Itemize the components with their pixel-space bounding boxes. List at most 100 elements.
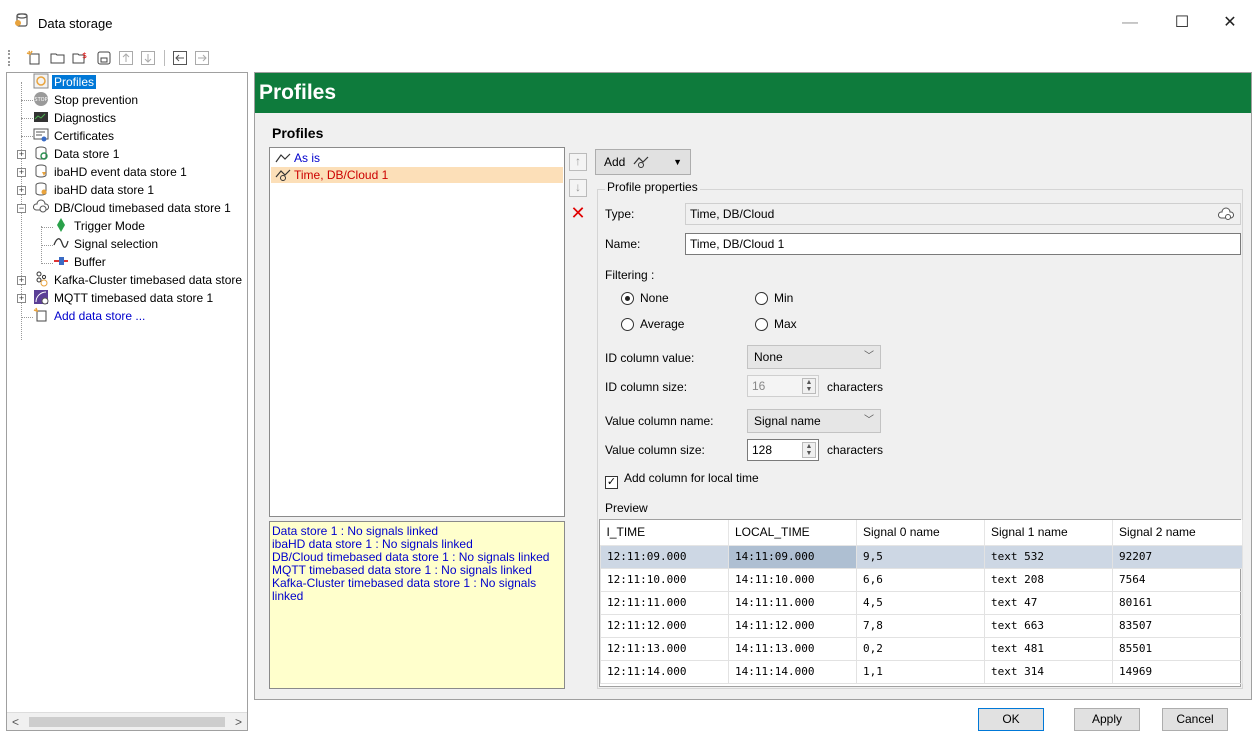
tree-horizontal-scrollbar[interactable]: < > (7, 712, 247, 730)
filter-none-radio[interactable]: None (621, 291, 669, 305)
table-row[interactable]: 12:11:10.000 14:11:10.000 6,6 text 208 7… (600, 567, 1243, 592)
radio-dot (621, 292, 634, 305)
delete-profile-button[interactable]: ✕ (569, 204, 587, 222)
table-row[interactable]: 12:11:12.000 14:11:12.000 7,8 text 663 8… (600, 613, 1243, 638)
id-column-value-select[interactable]: None ﹀ (747, 345, 881, 369)
db-cloud-profile-icon (275, 169, 291, 181)
maximize-button[interactable]: ☐ (1162, 8, 1202, 38)
expand-icon[interactable] (194, 50, 210, 66)
collapse-icon[interactable] (172, 50, 188, 66)
profile-list[interactable]: As is Time, DB/Cloud 1 (269, 147, 565, 517)
local-time-checkbox[interactable]: ✓ Add column for local time (605, 471, 759, 489)
table-cell: 85501 (1112, 636, 1243, 661)
check-icon: ✓ (605, 476, 618, 489)
tree-item-profiles[interactable]: Profiles (33, 73, 97, 91)
filter-max-radio[interactable]: Max (755, 317, 797, 331)
navigation-tree[interactable]: Profiles STOP Stop prevention Diagnostics… (6, 72, 248, 731)
value-column-size-stepper[interactable]: 128 ▲ ▼ (747, 439, 819, 461)
table-cell: 14969 (1112, 659, 1243, 684)
cloud-store-icon (33, 199, 49, 213)
move-profile-down-button[interactable]: ↓ (569, 179, 587, 197)
certificates-icon (33, 128, 49, 142)
scroll-left-button[interactable]: < (12, 715, 19, 729)
filter-average-radio[interactable]: Average (621, 317, 684, 331)
tree-item-data-store-1[interactable]: Data store 1 (33, 145, 121, 163)
tree-item-buffer[interactable]: Buffer (53, 253, 108, 271)
table-cell: 12:11:09.000 (600, 544, 729, 569)
name-input[interactable]: Time, DB/Cloud 1 (685, 233, 1241, 255)
collapse-db-cloud-store[interactable]: − (17, 204, 26, 213)
id-column-size-stepper[interactable]: 16 ▲ ▼ (747, 375, 819, 397)
title-bar: Data storage — ☐ ✕ (0, 0, 1252, 46)
preview-table[interactable]: I_TIME LOCAL_TIME Signal 0 name Signal 1… (599, 519, 1243, 687)
table-row[interactable]: 12:11:14.000 14:11:14.000 1,1 text 314 1… (600, 659, 1243, 684)
data-storage-app-icon (15, 13, 28, 27)
section-title: Profiles (272, 125, 324, 141)
move-profile-up-button[interactable]: ↑ (569, 153, 587, 171)
column-header[interactable]: Signal 2 name (1112, 520, 1243, 546)
scrollbar-thumb[interactable] (29, 717, 225, 727)
trigger-icon (57, 218, 65, 232)
spinner-arrows-icon[interactable]: ▲ ▼ (802, 378, 816, 394)
new-data-store-icon[interactable] (26, 50, 42, 66)
profile-item-time-db-cloud[interactable]: Time, DB/Cloud 1 (271, 167, 563, 183)
save-icon[interactable] (96, 50, 112, 66)
tree-item-ibahd-data-store[interactable]: ibaHD data store 1 (33, 181, 156, 199)
expand-kafka-store[interactable]: + (17, 276, 26, 285)
table-cell: 7,8 (856, 613, 985, 638)
open-folder-icon[interactable] (50, 50, 66, 66)
table-cell: 92207 (1112, 544, 1243, 569)
table-header-row: I_TIME LOCAL_TIME Signal 0 name Signal 1… (600, 520, 1243, 546)
type-field: Time, DB/Cloud (685, 203, 1241, 225)
table-cell: text 663 (984, 613, 1113, 638)
minimize-button[interactable]: — (1110, 8, 1150, 38)
status-messages: Data store 1 : No signals linked ibaHD d… (269, 521, 565, 689)
tree-item-stop-prevention[interactable]: STOP Stop prevention (33, 91, 140, 109)
tree-item-ibahd-event-store[interactable]: ibaHD event data store 1 (33, 163, 189, 181)
spinner-arrows-icon[interactable]: ▲ ▼ (802, 442, 816, 458)
profile-item-as-is[interactable]: As is (271, 150, 563, 166)
scroll-right-button[interactable]: > (235, 715, 242, 729)
tree-item-kafka-store[interactable]: Kafka-Cluster timebased data store (33, 271, 244, 289)
table-cell: text 208 (984, 567, 1113, 592)
expand-ibahd-data-store[interactable]: + (17, 186, 26, 195)
data-store-icon (35, 146, 48, 160)
export-icon[interactable]: $ (72, 50, 88, 66)
close-button[interactable]: ✕ (1210, 8, 1250, 38)
table-cell: 1,1 (856, 659, 985, 684)
move-up-icon[interactable] (118, 50, 134, 66)
apply-button[interactable]: Apply (1074, 708, 1140, 731)
add-profile-button[interactable]: Add ▼ (595, 149, 691, 175)
cloud-icon (1218, 207, 1234, 220)
tree-item-certificates[interactable]: Certificates (33, 127, 116, 145)
tree-item-add-data-store[interactable]: Add data store ... (33, 307, 147, 325)
tree-item-trigger-mode[interactable]: Trigger Mode (53, 217, 147, 235)
column-header[interactable]: Signal 1 name (984, 520, 1113, 546)
cancel-button[interactable]: Cancel (1162, 708, 1228, 731)
tree-item-signal-selection[interactable]: Signal selection (53, 235, 160, 253)
column-header[interactable]: Signal 0 name (856, 520, 985, 546)
mqtt-icon (34, 290, 49, 305)
tree-item-diagnostics[interactable]: Diagnostics (33, 109, 118, 127)
column-header[interactable]: I_TIME (600, 520, 729, 546)
ok-button[interactable]: OK (978, 708, 1044, 731)
expand-mqtt-store[interactable]: + (17, 294, 26, 303)
expand-ibahd-event-store[interactable]: + (17, 168, 26, 177)
toolbar-grip[interactable] (8, 50, 11, 66)
move-down-icon[interactable] (140, 50, 156, 66)
tree-line (41, 263, 53, 264)
tree-item-mqtt-store[interactable]: MQTT timebased data store 1 (33, 289, 215, 307)
id-column-value-label: ID column value: (605, 351, 695, 365)
svg-text:$: $ (82, 51, 87, 60)
expand-data-store-1[interactable]: + (17, 150, 26, 159)
column-header[interactable]: LOCAL_TIME (728, 520, 857, 546)
table-row[interactable]: 12:11:11.000 14:11:11.000 4,5 text 47 80… (600, 590, 1243, 615)
db-cloud-profile-icon (633, 156, 649, 168)
tree-item-db-cloud-store[interactable]: DB/Cloud timebased data store 1 (33, 199, 233, 217)
filtering-label: Filtering : (605, 268, 655, 282)
table-row[interactable]: 12:11:09.000 14:11:09.000 9,5 text 532 9… (600, 544, 1243, 569)
filter-min-radio[interactable]: Min (755, 291, 793, 305)
table-cell: 14:11:11.000 (728, 590, 857, 615)
value-column-name-select[interactable]: Signal name ﹀ (747, 409, 881, 433)
table-row[interactable]: 12:11:13.000 14:11:13.000 0,2 text 481 8… (600, 636, 1243, 661)
